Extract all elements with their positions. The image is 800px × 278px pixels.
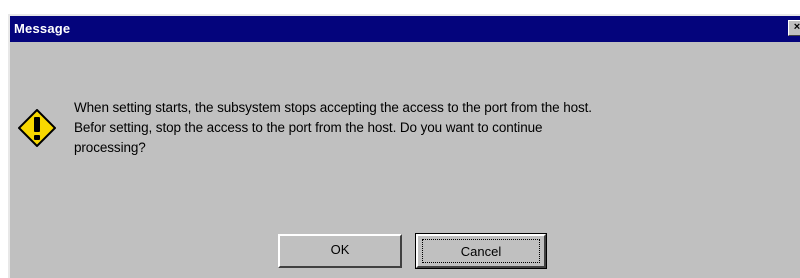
title-bar[interactable]: Message × — [10, 16, 800, 42]
message-dialog: Message × When setting starts, the subsy… — [8, 14, 800, 278]
ok-button[interactable]: OK — [278, 234, 402, 268]
dialog-title: Message — [14, 21, 71, 36]
close-button[interactable]: × — [788, 20, 800, 36]
cancel-button[interactable]: Cancel — [415, 233, 547, 269]
warning-exclamation-icon — [18, 109, 56, 147]
close-icon: × — [793, 21, 800, 33]
cancel-button-label: Cancel — [422, 239, 540, 263]
message-line: Befor setting, stop the access to the po… — [74, 120, 543, 135]
message-text: When setting starts, the subsystem stops… — [74, 98, 794, 158]
message-line: processing? — [74, 140, 146, 155]
message-line: When setting starts, the subsystem stops… — [74, 100, 592, 115]
